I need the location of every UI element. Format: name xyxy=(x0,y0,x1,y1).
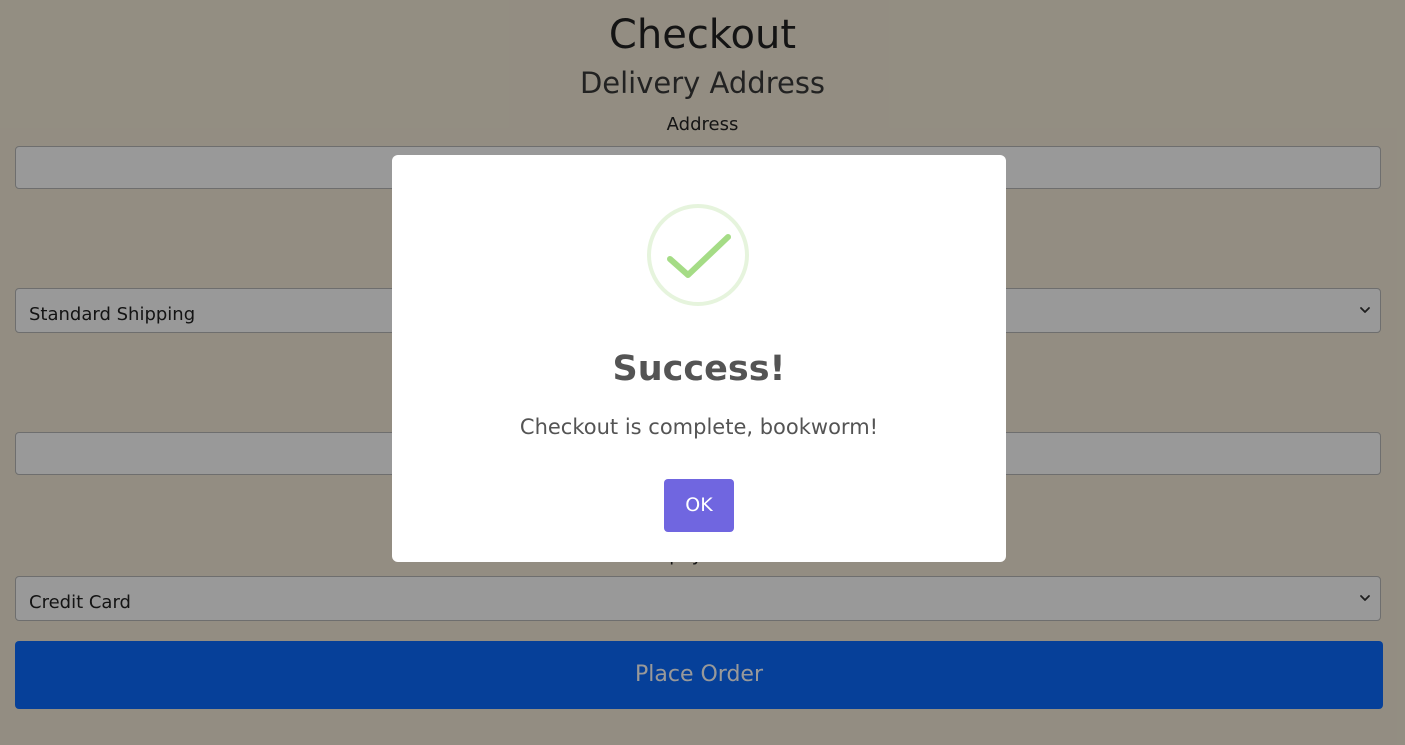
success-dialog: Success! Checkout is complete, bookworm!… xyxy=(392,155,1006,562)
dialog-title: Success! xyxy=(612,349,786,389)
dialog-message: Checkout is complete, bookworm! xyxy=(519,415,879,439)
ok-button[interactable]: OK xyxy=(664,479,734,532)
checkmark-icon xyxy=(647,204,749,306)
